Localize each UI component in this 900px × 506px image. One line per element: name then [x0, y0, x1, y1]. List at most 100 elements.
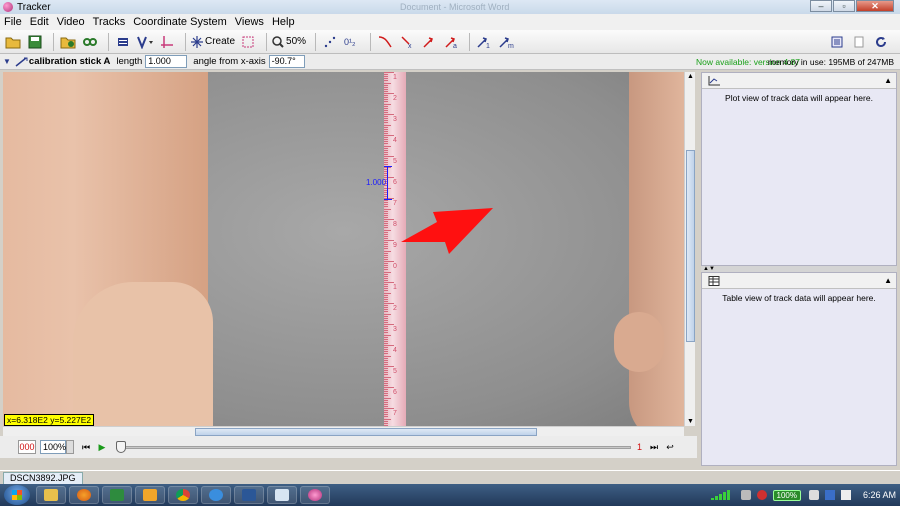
network-icon[interactable]	[740, 490, 751, 500]
taskbar-window[interactable]	[267, 486, 297, 504]
ruler-number: 1	[393, 284, 397, 291]
plot-icon[interactable]	[708, 75, 720, 86]
document-icon[interactable]	[850, 33, 868, 51]
horizontal-scroll-thumb[interactable]	[195, 428, 537, 436]
taskbar-explorer[interactable]	[36, 486, 66, 504]
menu-video[interactable]: Video	[57, 16, 85, 28]
chrome-icon	[176, 489, 190, 501]
frame-slider[interactable]	[116, 441, 631, 453]
track-dropdown-icon[interactable]: ▼	[3, 57, 11, 66]
frame-counter[interactable]: 000	[18, 440, 36, 454]
ruler-number: 5	[393, 368, 397, 375]
position-icon[interactable]: x	[398, 33, 416, 51]
menu-help[interactable]: Help	[272, 16, 295, 28]
momentum-icon[interactable]: m	[497, 33, 515, 51]
ruler-number: 2	[393, 305, 397, 312]
ruler-tick	[384, 143, 388, 145]
loop-icon[interactable]: ↩	[664, 441, 676, 453]
minimize-button[interactable]: –	[810, 0, 832, 12]
ruler-tick	[384, 206, 388, 208]
play-icon[interactable]: ▶	[96, 441, 108, 453]
length-field[interactable]: 1.000	[145, 55, 188, 68]
ruler-tick	[384, 132, 388, 134]
ruler-tick	[384, 147, 388, 149]
menu-file[interactable]: File	[4, 16, 22, 28]
refresh-icon[interactable]	[872, 33, 890, 51]
bluetooth-icon[interactable]	[824, 490, 835, 500]
taskbar-firefox[interactable]	[69, 486, 99, 504]
vertical-scroll-thumb[interactable]	[686, 150, 695, 342]
ruler-tick	[384, 86, 388, 88]
acceleration-icon[interactable]: a	[442, 33, 460, 51]
open-folder-icon[interactable]	[4, 33, 22, 51]
rate-spinner[interactable]	[66, 440, 74, 454]
ruler-tick	[384, 288, 388, 290]
axes-icon[interactable]	[158, 33, 176, 51]
taskbar-media-player[interactable]	[135, 486, 165, 504]
taskbar-excel[interactable]	[102, 486, 132, 504]
ruler-tick	[384, 332, 388, 334]
taskbar-internet-explorer[interactable]	[201, 486, 231, 504]
table-icon[interactable]	[708, 275, 720, 286]
security-alert-icon[interactable]	[756, 490, 767, 500]
frame-slider-knob[interactable]	[116, 441, 126, 453]
menu-edit[interactable]: Edit	[30, 16, 49, 28]
menu-tracks[interactable]: Tracks	[93, 16, 126, 28]
ruler-tick	[384, 126, 388, 128]
video-vertical-scrollbar[interactable]: ▲ ▼	[684, 72, 695, 426]
playback-rate-field[interactable]: 100%	[40, 440, 66, 454]
ruler-tick	[384, 277, 388, 279]
tracker-icon	[308, 489, 322, 501]
close-button[interactable]: ✕	[856, 0, 894, 12]
start-button[interactable]	[4, 485, 30, 505]
track-control-icon[interactable]	[239, 33, 257, 51]
velocity-icon[interactable]	[420, 33, 438, 51]
video-view[interactable]: 12345678901234567 1.000 x=6.318E2 y=5.22…	[3, 72, 684, 426]
ruler-tick	[384, 95, 388, 97]
volume-icon[interactable]	[840, 490, 851, 500]
menu-views[interactable]: Views	[235, 16, 264, 28]
battery-indicator[interactable]: 100%	[772, 489, 801, 501]
scroll-up-icon[interactable]: ▲	[686, 72, 695, 81]
taskbar-tracker[interactable]	[300, 486, 330, 504]
menu-coordinate-system[interactable]: Coordinate System	[133, 16, 227, 28]
taskbar-chrome[interactable]	[168, 486, 198, 504]
ruler-tick	[384, 334, 391, 336]
zoom-button[interactable]: 50%	[272, 33, 306, 51]
trails-icon[interactable]	[321, 33, 339, 51]
ruler-tick	[384, 412, 388, 414]
ruler-tick	[384, 244, 388, 246]
red-arrow-annotation	[401, 208, 493, 254]
ruler-number: 0	[393, 263, 397, 270]
path-icon[interactable]	[376, 33, 394, 51]
step-forward-icon[interactable]: ⏭	[648, 441, 660, 453]
maximize-panel-icon[interactable]: ▲	[884, 276, 892, 285]
ruler-tick	[384, 340, 388, 342]
taskbar-word[interactable]	[234, 486, 264, 504]
labels-icon[interactable]: 0¹₂	[343, 33, 361, 51]
maximize-button[interactable]: ▫	[833, 0, 855, 12]
clip-settings-icon[interactable]	[114, 33, 132, 51]
ruler-tick	[384, 298, 388, 300]
power-icon[interactable]	[808, 490, 819, 500]
signal-strength-icon[interactable]	[710, 490, 735, 500]
ruler-tick	[384, 408, 394, 409]
force-icon[interactable]: 1	[475, 33, 493, 51]
ruler-tick	[384, 116, 388, 118]
create-track-button[interactable]: Create	[191, 33, 235, 51]
reset-icon[interactable]: ⏮	[80, 441, 92, 453]
ruler-tick	[384, 387, 394, 388]
svg-text:a: a	[453, 43, 457, 49]
maximize-panel-icon[interactable]: ▲	[884, 76, 892, 85]
scroll-down-icon[interactable]: ▼	[686, 417, 695, 426]
angle-field[interactable]: -90.7°	[268, 55, 305, 68]
save-icon[interactable]	[26, 33, 44, 51]
link-icon[interactable]	[81, 33, 99, 51]
right-hand-image	[614, 72, 684, 426]
calibration-tools-icon[interactable]	[136, 33, 154, 51]
ruler-tick	[384, 271, 391, 273]
notes-icon[interactable]	[828, 33, 846, 51]
video-horizontal-scrollbar[interactable]	[3, 426, 684, 436]
open-video-icon[interactable]	[59, 33, 77, 51]
calibration-stick[interactable]	[384, 166, 393, 200]
